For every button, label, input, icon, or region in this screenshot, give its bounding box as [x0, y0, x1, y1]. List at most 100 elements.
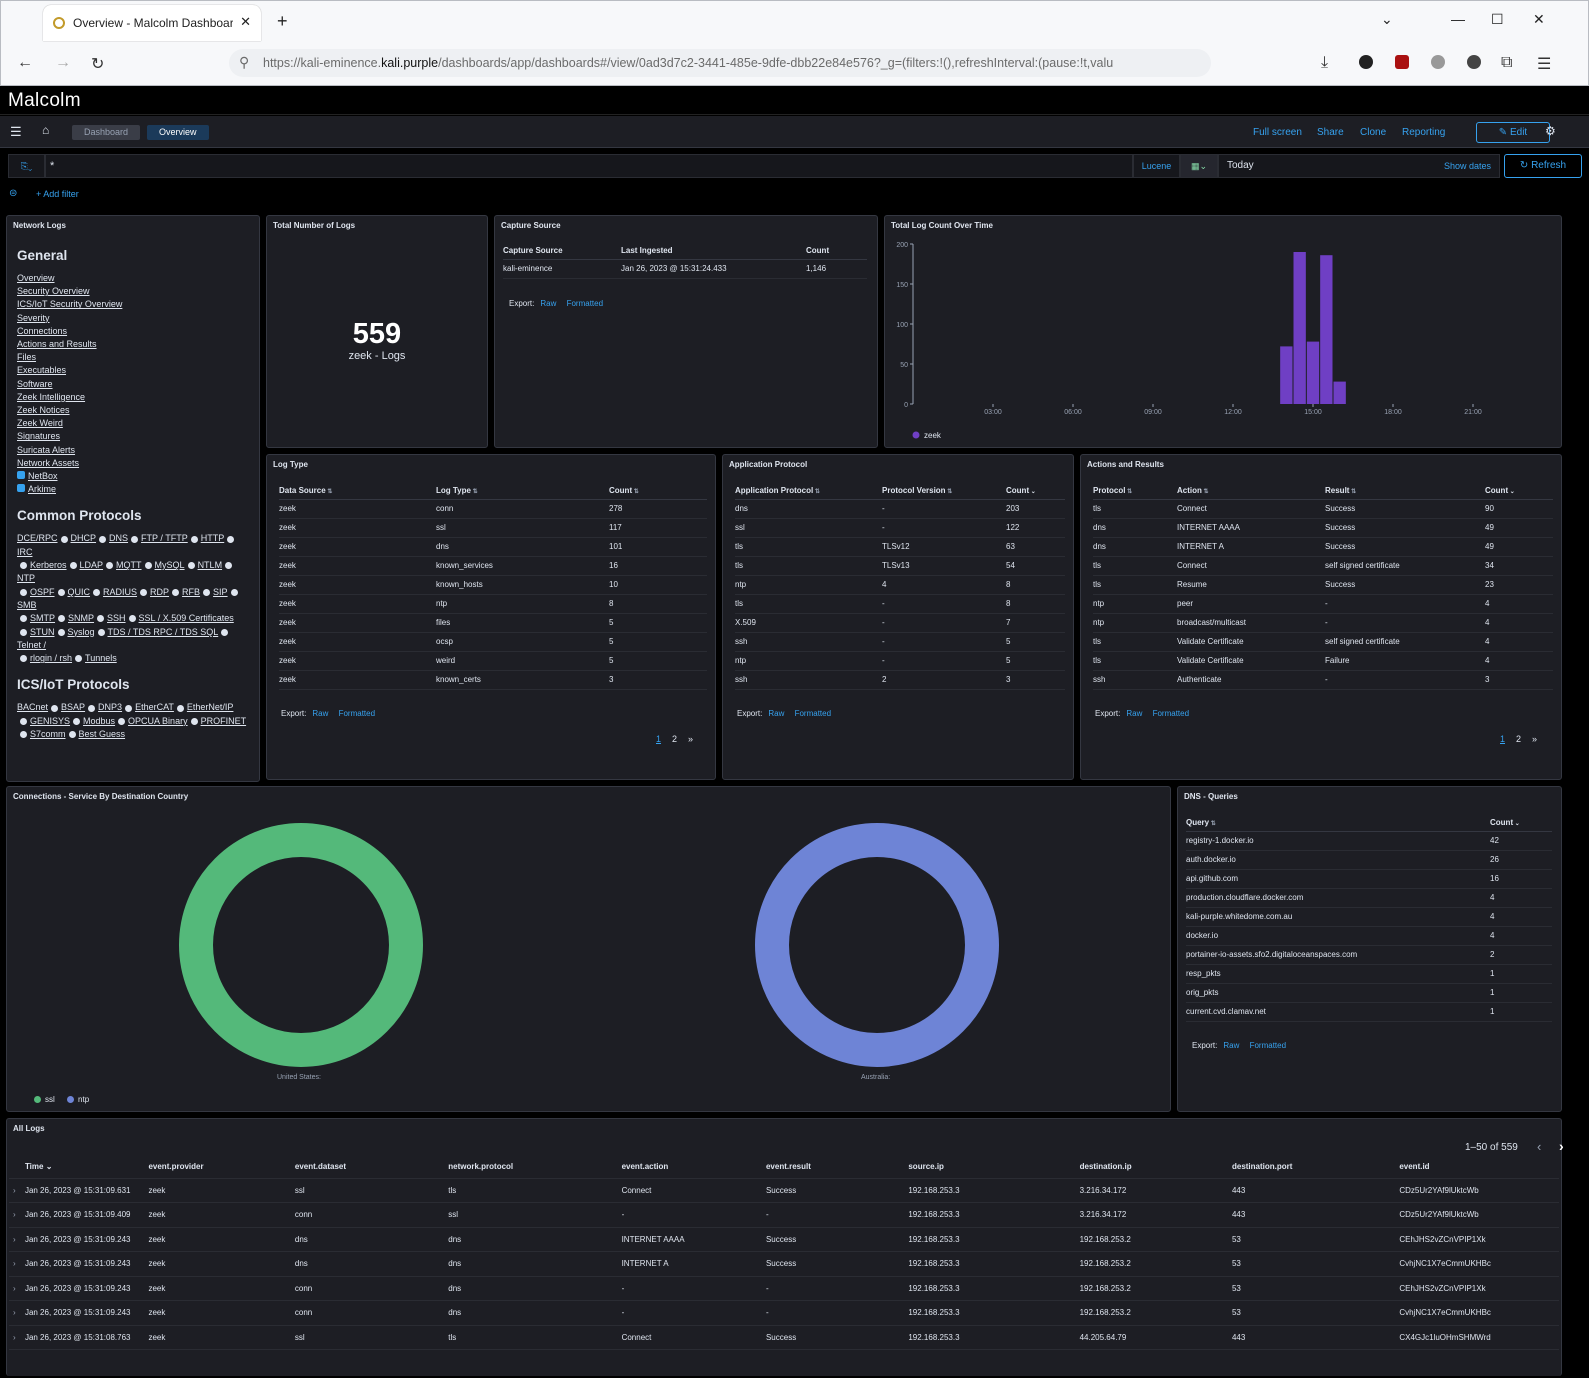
tab-search-chevron-icon[interactable]: ⌄: [1381, 11, 1393, 28]
column-header[interactable]: Protocol Version ⇅: [882, 482, 1006, 500]
column-header[interactable]: event.action: [621, 1156, 766, 1179]
protocol-link[interactable]: QUIC: [68, 587, 91, 597]
protocol-link[interactable]: PROFINET: [201, 716, 247, 726]
share-link[interactable]: Share: [1317, 127, 1344, 138]
full-screen-link[interactable]: Full screen: [1253, 127, 1302, 138]
donut-united-states[interactable]: [179, 823, 423, 1067]
table-row[interactable]: › Jan 26, 2023 @ 15:31:09.243 zeek dns dns IN…: [9, 1227, 1559, 1252]
forward-icon[interactable]: →: [55, 54, 71, 72]
expand-row-icon[interactable]: ›: [9, 1178, 25, 1203]
protocol-link[interactable]: SSH: [107, 613, 126, 623]
export-raw-link[interactable]: Raw: [1126, 709, 1142, 718]
column-header[interactable]: Time ⌄: [24, 1156, 149, 1179]
table-row[interactable]: › Jan 26, 2023 @ 15:31:09.243 zeek conn dns -…: [9, 1300, 1559, 1326]
new-tab-icon[interactable]: +: [277, 11, 288, 32]
protocol-link[interactable]: STUN: [30, 627, 55, 637]
export-formatted-link[interactable]: Formatted: [1250, 1041, 1286, 1050]
column-header[interactable]: Count ⌄: [1006, 482, 1065, 500]
browser-tab[interactable]: Overview - Malcolm Dashboard ✕: [43, 5, 261, 41]
export-raw-link[interactable]: Raw: [1223, 1041, 1239, 1050]
protocol-link[interactable]: RFB: [182, 587, 200, 597]
malcolm-logo[interactable]: Malcolm: [8, 90, 81, 112]
sort-desc-icon[interactable]: ⌄: [1029, 489, 1036, 495]
saved-query-icon[interactable]: ⎘⌄: [8, 154, 45, 178]
protocol-link[interactable]: RDP: [150, 587, 169, 597]
edit-button[interactable]: ✎ Edit: [1476, 122, 1550, 143]
protocol-link[interactable]: Tunnels: [85, 653, 117, 663]
protocol-link[interactable]: MySQL: [155, 560, 185, 570]
prev-page-icon[interactable]: ‹: [1537, 1139, 1541, 1154]
protocol-link[interactable]: NTLM: [198, 560, 223, 570]
page-2-link[interactable]: 2: [672, 734, 677, 744]
protocol-link[interactable]: Syslog: [68, 627, 95, 637]
protocol-link[interactable]: DNP3: [98, 702, 122, 712]
protocol-link[interactable]: SMTP: [30, 613, 55, 623]
protocol-link[interactable]: Modbus: [83, 716, 115, 726]
protocol-link[interactable]: GENISYS: [30, 716, 70, 726]
column-header[interactable]: Count: [806, 242, 867, 260]
general-link[interactable]: Zeek Notices: [17, 404, 249, 417]
page-1-link[interactable]: 1: [656, 734, 661, 744]
protocol-link[interactable]: SNMP: [68, 613, 94, 623]
lucene-toggle[interactable]: Lucene: [1133, 154, 1180, 178]
protocol-link[interactable]: SSL / X.509 Certificates: [139, 613, 234, 623]
back-icon[interactable]: ←: [17, 54, 33, 72]
donut-australia[interactable]: [755, 823, 999, 1067]
calendar-icon[interactable]: ▦⌄: [1180, 154, 1218, 178]
column-header[interactable]: Result ⇅: [1325, 482, 1485, 500]
column-header[interactable]: Protocol ⇅: [1093, 482, 1177, 500]
sort-icon[interactable]: ⇅: [1209, 821, 1216, 827]
column-header[interactable]: Last Ingested: [621, 242, 806, 260]
address-bar[interactable]: ⚲ https://kali-eminence.kali.purple/dash…: [229, 49, 1211, 77]
sort-icon[interactable]: ⇅: [1125, 489, 1132, 495]
reporting-link[interactable]: Reporting: [1402, 127, 1445, 138]
close-window-icon[interactable]: ✕: [1533, 11, 1545, 28]
export-raw-link[interactable]: Raw: [768, 709, 784, 718]
export-raw-link[interactable]: Raw: [312, 709, 328, 718]
home-icon[interactable]: ⌂: [42, 123, 49, 137]
general-link[interactable]: Files: [17, 351, 249, 364]
sort-icon[interactable]: ⇅: [326, 489, 332, 495]
next-page-icon[interactable]: ›: [1559, 1138, 1564, 1154]
column-header[interactable]: Count ⇅: [609, 482, 707, 500]
minimize-icon[interactable]: —: [1451, 11, 1465, 27]
help-icon[interactable]: ⚙: [1545, 124, 1556, 138]
column-header[interactable]: event.id: [1399, 1156, 1559, 1179]
protocol-link[interactable]: OSPF: [30, 587, 55, 597]
page-1-link[interactable]: 1: [1500, 734, 1505, 744]
table-row[interactable]: › Jan 26, 2023 @ 15:31:09.243 zeek conn dns -…: [9, 1276, 1559, 1301]
filter-options-icon[interactable]: ⊜: [9, 188, 17, 199]
arkime-link[interactable]: Arkime: [17, 483, 249, 496]
protocol-link[interactable]: S7comm: [30, 729, 66, 739]
refresh-button[interactable]: ↻ Refresh: [1504, 154, 1582, 178]
protocol-link[interactable]: FTP / TFTP: [141, 533, 188, 543]
column-header[interactable]: source.ip: [908, 1156, 1080, 1179]
general-link[interactable]: Overview: [17, 272, 249, 285]
sort-desc-icon[interactable]: ⌄: [1508, 489, 1515, 495]
expand-row-icon[interactable]: ›: [9, 1300, 25, 1326]
general-link[interactable]: ICS/IoT Security Overview: [17, 298, 249, 311]
netbox-link[interactable]: NetBox: [17, 470, 249, 483]
general-link[interactable]: Zeek Intelligence: [17, 391, 249, 404]
extension-gray-icon[interactable]: [1431, 55, 1445, 69]
protocol-link[interactable]: OPCUA Binary: [128, 716, 188, 726]
column-header[interactable]: destination.ip: [1079, 1156, 1232, 1179]
column-header[interactable]: Count ⌄: [1485, 482, 1553, 500]
export-raw-link[interactable]: Raw: [540, 299, 556, 308]
protocol-link[interactable]: Telnet /: [17, 640, 46, 650]
expand-row-icon[interactable]: ›: [9, 1227, 25, 1252]
expand-row-icon[interactable]: ›: [9, 1325, 25, 1350]
protocol-link[interactable]: IRC: [17, 547, 33, 557]
column-header[interactable]: network.protocol: [448, 1156, 622, 1179]
protocol-link[interactable]: SMB: [17, 600, 37, 610]
general-link[interactable]: Connections: [17, 325, 249, 338]
site-info-icon[interactable]: ⚲: [239, 54, 249, 71]
protocol-link[interactable]: Kerberos: [30, 560, 67, 570]
breadcrumb-dashboard[interactable]: Dashboard: [72, 125, 141, 140]
column-header[interactable]: Application Protocol ⇅: [735, 482, 882, 500]
protocol-link[interactable]: TDS / TDS RPC / TDS SQL: [108, 627, 219, 637]
general-link[interactable]: Executables: [17, 364, 249, 377]
download-icon[interactable]: ⤓: [1321, 54, 1328, 72]
general-link[interactable]: Network Assets: [17, 457, 249, 470]
sort-icon[interactable]: ⇅: [946, 489, 952, 495]
